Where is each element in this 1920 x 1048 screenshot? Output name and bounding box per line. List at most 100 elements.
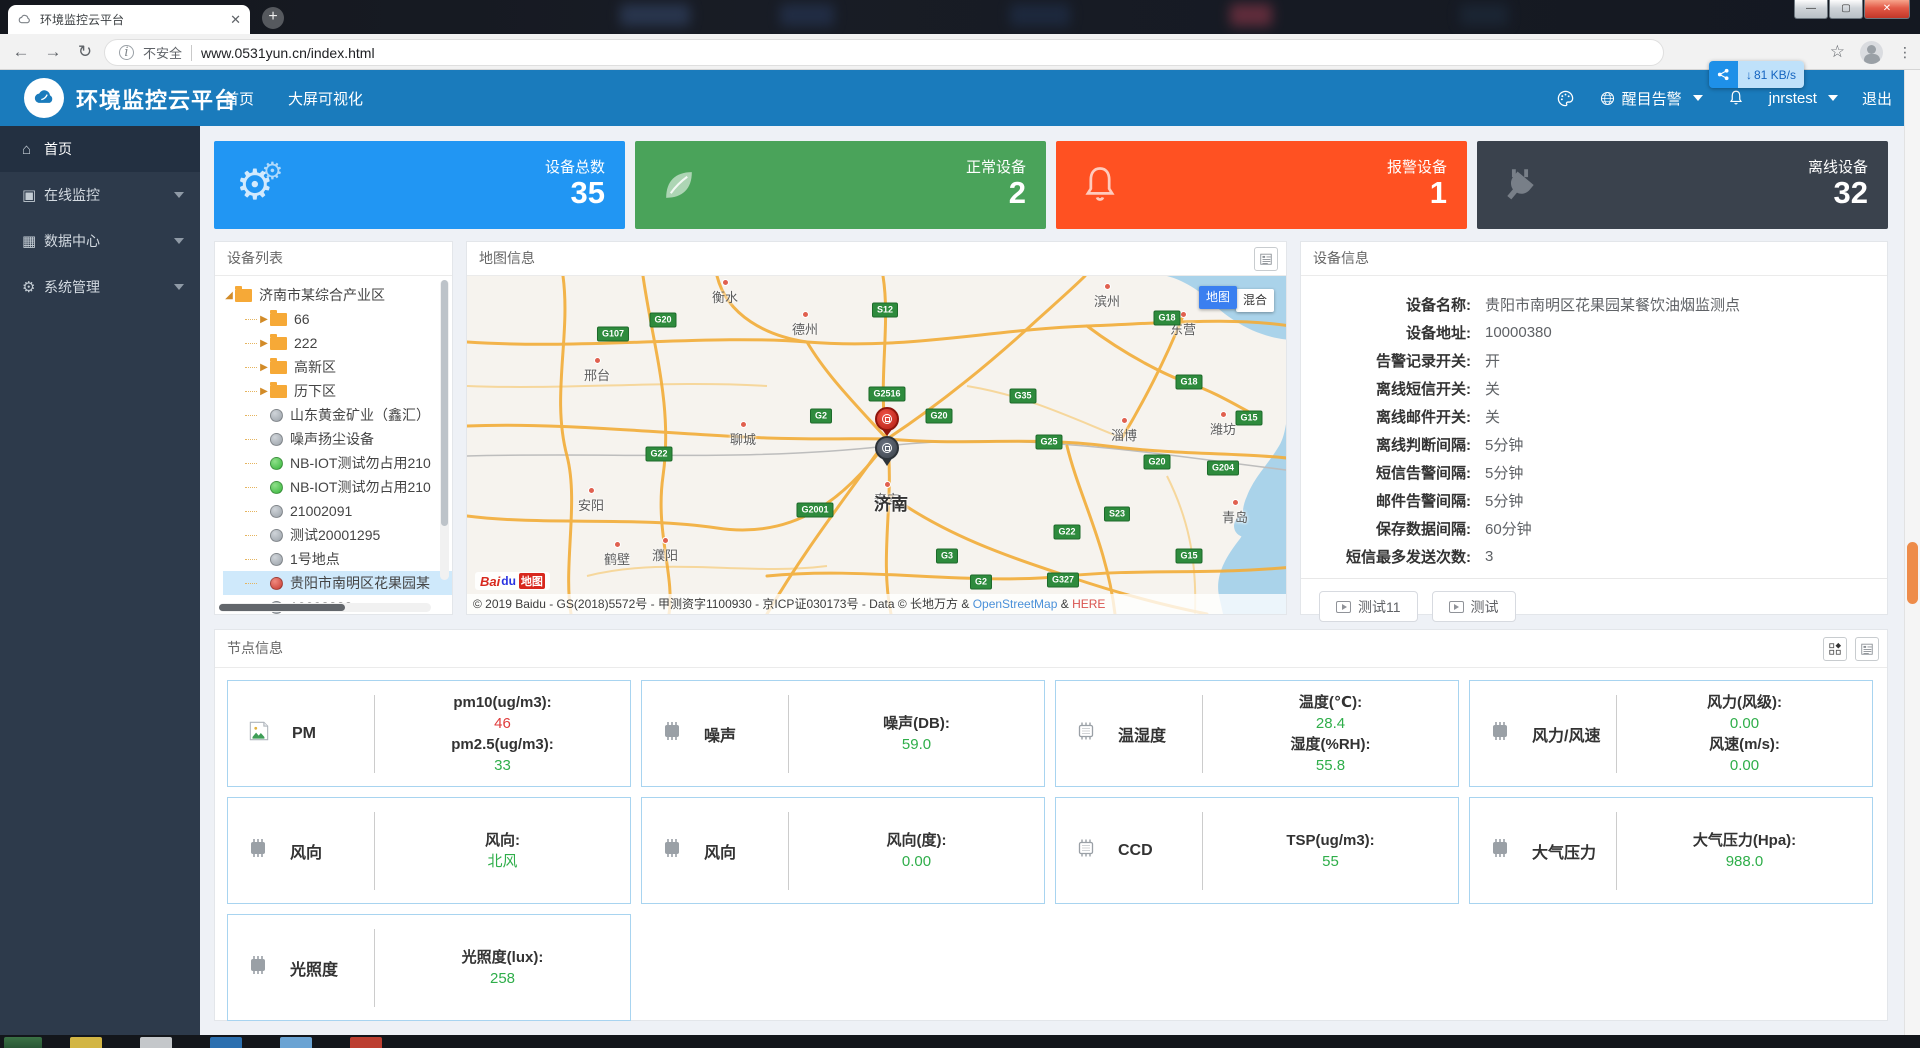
map-panel-detail-icon[interactable] [1254, 247, 1278, 271]
user-menu[interactable]: jnrstest [1769, 90, 1838, 107]
alert-style-menu[interactable]: 醒目告警 [1599, 88, 1703, 109]
selected-device-marker[interactable] [875, 436, 899, 466]
tree-item[interactable]: 贵阳市南明区花果园某 [223, 571, 452, 595]
road-badge: G2516 [868, 387, 905, 402]
taskbar-folder-icon[interactable] [70, 1037, 102, 1048]
tree-item[interactable]: NB-IOT测试勿占用210 [223, 451, 452, 475]
tree-vertical-scrollbar[interactable] [440, 280, 449, 580]
sidebar-item-label: 系统管理 [44, 277, 100, 297]
window-maximize-button[interactable]: ▢ [1829, 0, 1863, 19]
windows-taskbar[interactable] [0, 1035, 1920, 1048]
tree-item-label: 济南市某综合产业区 [259, 285, 385, 305]
tree-item[interactable]: 山东黄金矿业（鑫汇） [223, 403, 452, 427]
sidebar-item-label: 首页 [44, 139, 72, 159]
osm-link[interactable]: OpenStreetMap [973, 597, 1058, 611]
folder-icon [270, 313, 287, 326]
node-card-metrics: 大气压力(Hpa):988.0 [1617, 830, 1872, 872]
baidu-map[interactable]: 衡水德州滨州东营淄博潍坊聊城邢台泰安安阳鹤壁濮阳青岛G20G107S12G18G… [467, 276, 1286, 614]
window-minimize-button[interactable]: — [1794, 0, 1828, 19]
here-link[interactable]: HERE [1072, 597, 1105, 611]
map-type-hybrid-button[interactable]: 混合 [1236, 289, 1274, 312]
sidebar-item-home[interactable]: ⌂首页 [0, 126, 200, 172]
window-close-button[interactable]: ✕ [1864, 0, 1910, 19]
test-button[interactable]: 测试11 [1319, 591, 1418, 622]
reload-button[interactable]: ↻ [72, 39, 98, 65]
road-badge: S12 [872, 303, 898, 318]
test-button[interactable]: 测试 [1432, 591, 1516, 622]
browser-menu-icon[interactable]: ⋮ [1898, 44, 1912, 61]
tab-close-icon[interactable]: ✕ [230, 13, 241, 26]
monitor-icon: ▣ [22, 186, 44, 204]
tree-item[interactable]: ▶222 [223, 331, 452, 355]
url-field[interactable]: i 不安全 www.0531yun.cn/index.html [104, 39, 1664, 66]
node-card[interactable]: 风力/风速风力(风级):0.00风速(m/s):0.00 [1469, 680, 1873, 787]
node-card[interactable]: 风向风向(度):0.00 [641, 797, 1045, 904]
tree-item[interactable]: NB-IOT测试勿占用210 [223, 475, 452, 499]
tree-item[interactable]: ▶高新区 [223, 355, 452, 379]
stat-card-alarm[interactable]: 报警设备1 [1056, 141, 1467, 229]
tree-expander-icon[interactable]: ▶ [258, 362, 270, 373]
node-card[interactable]: 大气压力大气压力(Hpa):988.0 [1469, 797, 1873, 904]
alarm-device-marker[interactable] [875, 407, 899, 436]
tree-expander-icon[interactable]: ▶ [258, 386, 270, 397]
map-type-map-button[interactable]: 地图 [1199, 286, 1237, 309]
stat-card-offline[interactable]: 离线设备32 [1477, 141, 1888, 229]
node-card[interactable]: 光照度光照度(lux):258 [227, 914, 631, 1021]
stat-card-normal[interactable]: 正常设备2 [635, 141, 1046, 229]
sensor-chip-icon [246, 953, 270, 982]
tree-item[interactable]: ▶66 [223, 307, 452, 331]
tree-item[interactable]: ▶历下区 [223, 379, 452, 403]
metric-label: 风向: [375, 830, 630, 851]
node-list-view-icon[interactable] [1855, 637, 1879, 661]
sidebar-item-monitor[interactable]: ▣在线监控 [0, 172, 200, 218]
tree-item[interactable]: 噪声扬尘设备 [223, 427, 452, 451]
forward-button[interactable]: → [40, 39, 66, 65]
tree-expander-icon[interactable]: ▶ [258, 314, 270, 325]
device-info-row: 设备地址:10000380 [1319, 318, 1869, 346]
tree-connector [245, 511, 257, 512]
notification-bell-icon[interactable] [1727, 89, 1745, 107]
taskbar-start-icon[interactable] [4, 1037, 42, 1048]
logout-button[interactable]: 退出 [1862, 88, 1892, 109]
page-scrollbar[interactable] [1904, 70, 1920, 1035]
profile-avatar[interactable] [1860, 41, 1883, 64]
tree-expander-icon[interactable]: ◢ [223, 290, 235, 301]
sidebar-item-gear[interactable]: ⚙系统管理 [0, 264, 200, 310]
taskbar-app-icon[interactable] [210, 1037, 242, 1048]
node-card[interactable]: CCDTSP(ug/m3):55 [1055, 797, 1459, 904]
tree-item[interactable]: ◢ 济南市某综合产业区 [223, 283, 452, 307]
nav-item-bigscreen[interactable]: 大屏可视化 [288, 88, 363, 109]
taskbar-app-icon[interactable] [140, 1037, 172, 1048]
node-card[interactable]: 风向风向:北风 [227, 797, 631, 904]
tree-item[interactable]: 1号地点 [223, 547, 452, 571]
button-label: 测试 [1471, 597, 1499, 617]
node-card[interactable]: PMpm10(ug/m3):46pm2.5(ug/m3):33 [227, 680, 631, 787]
bookmark-star-icon[interactable]: ☆ [1830, 42, 1845, 62]
node-card[interactable]: 噪声噪声(DB):59.0 [641, 680, 1045, 787]
metric-value: 988.0 [1617, 851, 1872, 872]
device-info-label: 设备地址: [1319, 322, 1471, 343]
taskbar-app-icon[interactable] [280, 1037, 312, 1048]
node-grid-view-icon[interactable] [1823, 637, 1847, 661]
browser-tab[interactable]: 环境监控云平台 ✕ [8, 5, 250, 34]
theme-palette-icon[interactable] [1556, 89, 1575, 108]
sidebar-item-database[interactable]: ▦数据中心 [0, 218, 200, 264]
back-button[interactable]: ← [8, 39, 34, 65]
tree-item[interactable]: 测试20001295 [223, 523, 452, 547]
tree-expander-icon[interactable]: ▶ [258, 338, 270, 349]
security-label: 不安全 [143, 43, 182, 62]
road-badge: G22 [1053, 525, 1080, 540]
stat-card-total[interactable]: ⚙⚙设备总数35 [214, 141, 625, 229]
road-badge: G204 [1207, 461, 1239, 476]
nav-item-home[interactable]: 首页 [224, 88, 254, 109]
page-scrollbar-thumb[interactable] [1907, 542, 1918, 604]
tree-item[interactable]: 21002091 [223, 499, 452, 523]
download-speed-badge[interactable]: ↓81 KB/s [1709, 61, 1804, 88]
road-badge: S23 [1104, 507, 1130, 522]
page-info-icon[interactable]: i [119, 45, 134, 60]
tree-horizontal-scrollbar[interactable] [219, 603, 431, 612]
taskbar-app-icon[interactable] [350, 1037, 382, 1048]
node-card[interactable]: 温湿度温度(℃):28.4湿度(%RH):55.8 [1055, 680, 1459, 787]
new-tab-button[interactable]: + [262, 7, 284, 29]
app-logo-cloud-icon [24, 78, 64, 118]
